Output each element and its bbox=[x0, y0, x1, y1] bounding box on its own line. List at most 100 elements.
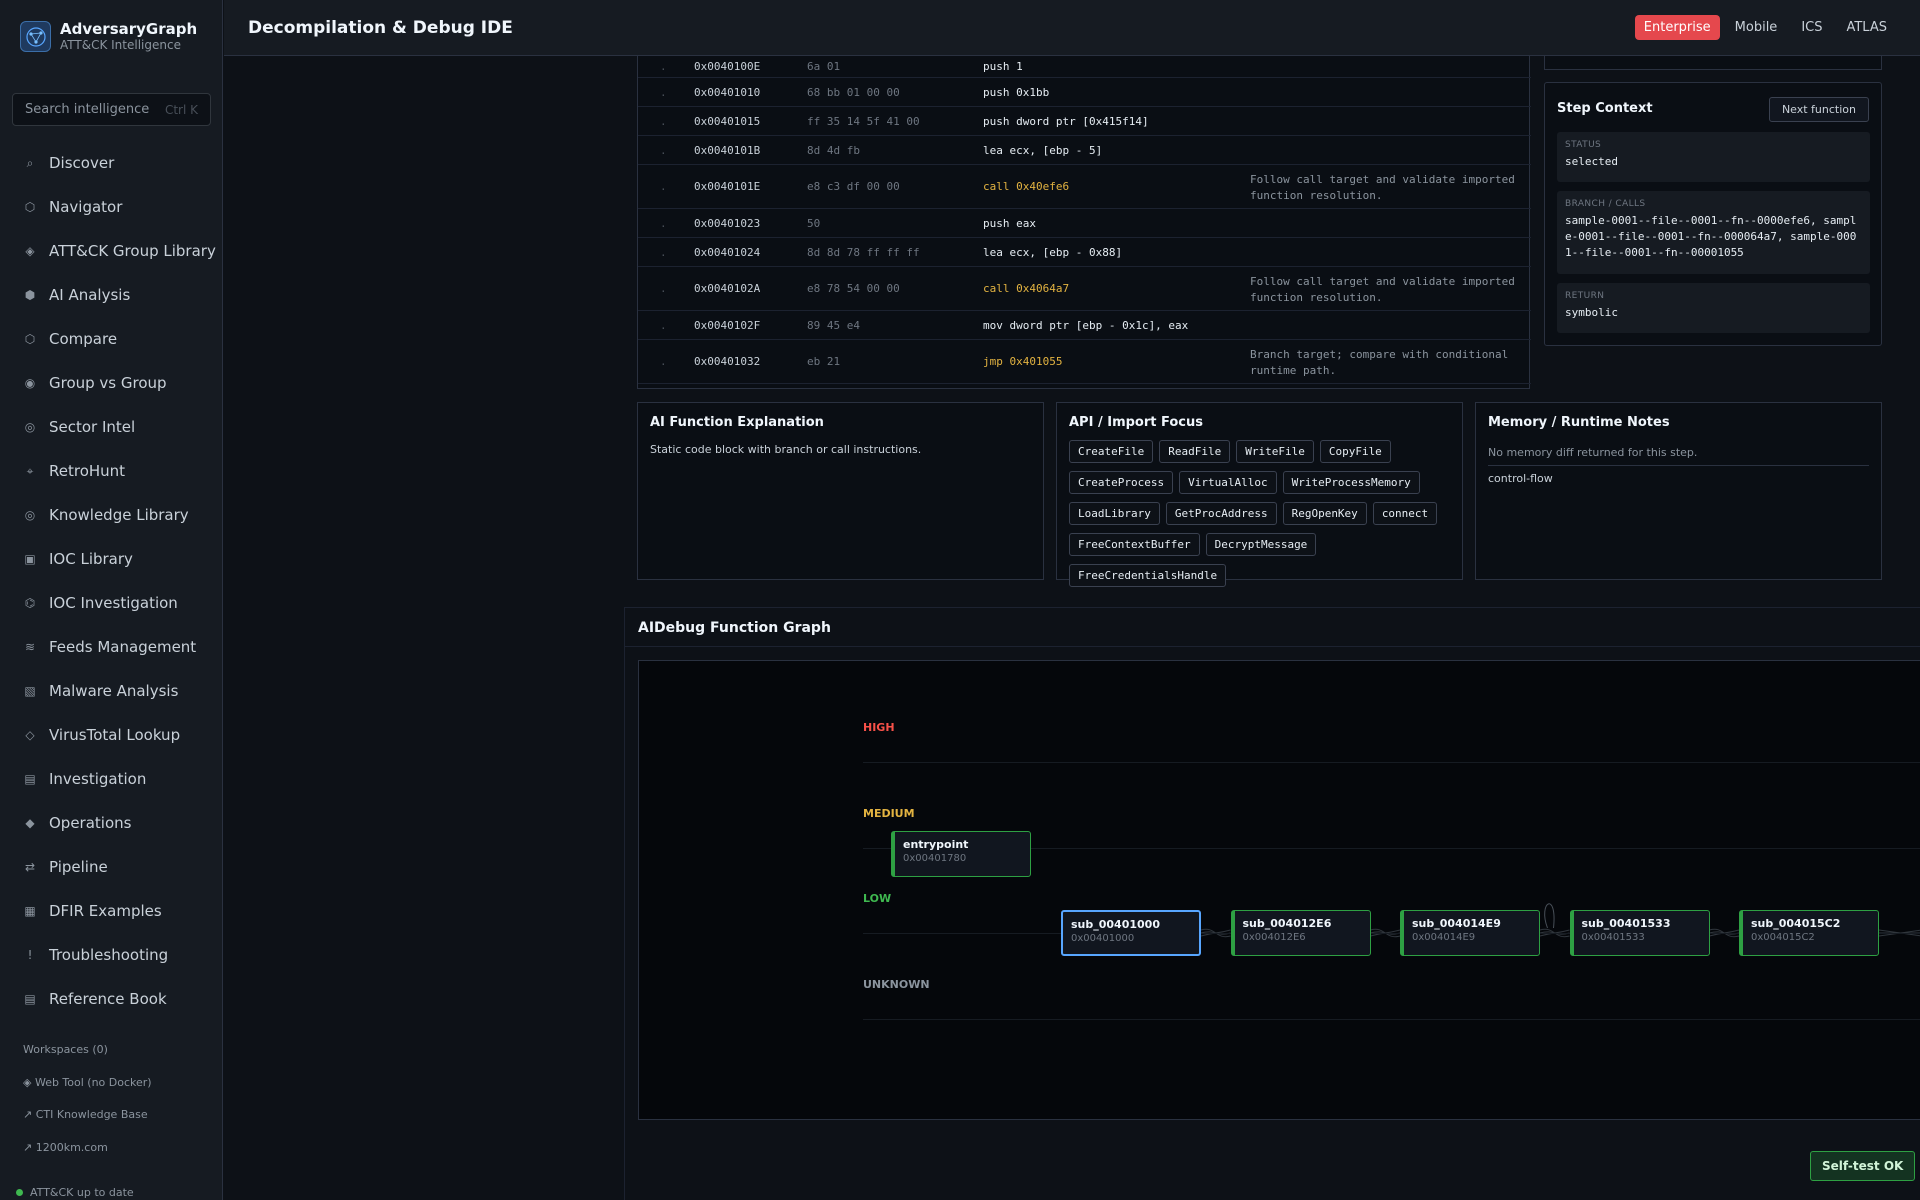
api-chip[interactable]: CreateProcess bbox=[1069, 471, 1174, 494]
link-1200km[interactable]: ↗ 1200km.com bbox=[23, 1141, 108, 1154]
search-input[interactable]: Search intelligence bbox=[25, 102, 149, 117]
ai-function-explanation-panel: AI Function Explanation Static code bloc… bbox=[637, 402, 1044, 580]
api-chip[interactable]: CreateFile bbox=[1069, 440, 1154, 463]
node-name: sub_004014E9 bbox=[1412, 917, 1501, 930]
graph-node-sub_00401000[interactable]: sub_00401000 0x00401000 bbox=[1061, 910, 1201, 956]
graph-node-sub_004012e6[interactable]: sub_004012E6 0x004012E6 bbox=[1230, 910, 1371, 956]
sidebar-item-group-vs-group[interactable]: ◉ Group vs Group bbox=[0, 361, 223, 405]
search-box[interactable]: Search intelligence Ctrl K bbox=[12, 93, 211, 126]
memory-divider bbox=[1488, 465, 1869, 466]
sidebar-item-label: Troubleshooting bbox=[49, 946, 169, 964]
graph-node-sub_00401533[interactable]: sub_00401533 0x00401533 bbox=[1569, 910, 1710, 956]
row-address: 0x00401015 bbox=[694, 114, 761, 128]
return-box: RETURN symbolic bbox=[1557, 283, 1870, 333]
sidebar-item-label: VirusTotal Lookup bbox=[49, 726, 181, 744]
node-address: 0x00401780 bbox=[903, 852, 967, 864]
band-line bbox=[863, 762, 1920, 763]
api-chip[interactable]: FreeCredentialsHandle bbox=[1069, 564, 1227, 587]
tab-ics[interactable]: ICS bbox=[1792, 15, 1831, 40]
api-chip[interactable]: FreeContextBuffer bbox=[1069, 533, 1200, 556]
sidebar-item-navigator[interactable]: ⬡ Navigator bbox=[0, 185, 223, 229]
sidebar-item-ai-analysis[interactable]: ⬢ AI Analysis bbox=[0, 273, 223, 317]
graph-node-sub_004015c2[interactable]: sub_004015C2 0x004015C2 bbox=[1739, 910, 1879, 956]
sidebar-item-knowledge-library[interactable]: ◎ Knowledge Library bbox=[0, 493, 223, 537]
brand[interactable]: AdversaryGraph ATT&CK Intelligence bbox=[20, 20, 197, 53]
disasm-row[interactable]: . 0x0040101B 8d 4d fb lea ecx, [ebp - 5] bbox=[638, 136, 1531, 165]
domain-tabs: Enterprise Mobile ICS ATLAS bbox=[1634, 15, 1896, 40]
row-instruction: jmp 0x401055 bbox=[983, 355, 1063, 368]
api-chip[interactable]: ReadFile bbox=[1159, 440, 1231, 463]
sidebar-item-att-ck-group-library[interactable]: ◈ ATT&CK Group Library bbox=[0, 229, 223, 273]
row-bytes: 6a 01 bbox=[807, 60, 841, 73]
disasm-row[interactable]: . 0x00401023 50 push eax bbox=[638, 209, 1531, 238]
sidebar-item-feeds-management[interactable]: ≋ Feeds Management bbox=[0, 625, 223, 669]
row-bytes: ff 35 14 5f 41 00 bbox=[807, 114, 920, 128]
workspaces-label[interactable]: Workspaces (0) bbox=[23, 1043, 108, 1056]
link-cti-knowledge-base[interactable]: ↗ CTI Knowledge Base bbox=[23, 1108, 148, 1121]
band-label-unknown: UNKNOWN bbox=[863, 977, 930, 991]
hexagon-icon: ⬡ bbox=[24, 200, 36, 214]
graph-node-entrypoint[interactable]: entrypoint 0x00401780 bbox=[891, 830, 1031, 877]
sidebar-item-operations[interactable]: ◆ Operations bbox=[0, 801, 223, 845]
sidebar-item-malware-analysis[interactable]: ▧ Malware Analysis bbox=[0, 669, 223, 713]
tab-mobile[interactable]: Mobile bbox=[1726, 15, 1787, 40]
sidebar-item-ioc-library[interactable]: ▣ IOC Library bbox=[0, 537, 223, 581]
row-marker: . bbox=[660, 180, 667, 193]
sidebar-item-sector-intel[interactable]: ◎ Sector Intel bbox=[0, 405, 223, 449]
filled-diamond-icon: ◆ bbox=[25, 816, 35, 830]
api-chip[interactable]: VirtualAlloc bbox=[1179, 471, 1277, 494]
next-function-button[interactable]: Next function bbox=[1768, 97, 1869, 122]
api-chip[interactable]: LoadLibrary bbox=[1069, 502, 1160, 525]
top-header: Decompilation & Debug IDE Enterprise Mob… bbox=[224, 0, 1920, 56]
disasm-row[interactable]: . 0x0040102A e8 78 54 00 00 call 0x4064a7 Fo… bbox=[638, 267, 1531, 311]
row-instruction: push 1 bbox=[983, 60, 1023, 73]
sidebar-item-retrohunt[interactable]: ⌖ RetroHunt bbox=[0, 449, 223, 493]
sidebar-item-ioc-investigation[interactable]: ⌬ IOC Investigation bbox=[0, 581, 223, 625]
sidebar-item-reference-book[interactable]: ▤ Reference Book bbox=[0, 977, 223, 1021]
band-label-medium: MEDIUM bbox=[863, 806, 915, 820]
row-marker: . bbox=[660, 355, 667, 368]
sidebar-item-dfir-examples[interactable]: ▦ DFIR Examples bbox=[0, 889, 223, 933]
api-chip[interactable]: WriteFile bbox=[1236, 440, 1314, 463]
sidebar-item-discover[interactable]: ⌕ Discover bbox=[0, 141, 223, 185]
disasm-row[interactable]: . 0x00401010 68 bb 01 00 00 push 0x1bb bbox=[638, 78, 1531, 107]
api-chip[interactable]: connect bbox=[1372, 502, 1438, 525]
api-chip[interactable]: DecryptMessage bbox=[1205, 533, 1317, 556]
disasm-row[interactable]: . 0x00401015 ff 35 14 5f 41 00 push dword p… bbox=[638, 107, 1531, 136]
circle-icon: ◎ bbox=[24, 508, 36, 522]
status-label: STATUS bbox=[1565, 140, 1602, 150]
api-chip[interactable]: GetProcAddress bbox=[1165, 502, 1277, 525]
sidebar-item-compare[interactable]: ⬡ Compare bbox=[0, 317, 223, 361]
disasm-row[interactable]: . 0x00401032 eb 21 jmp 0x401055 Branch targe… bbox=[638, 340, 1531, 384]
row-bytes: e8 78 54 00 00 bbox=[807, 282, 900, 295]
disasm-row[interactable]: . 0x0040102F 89 45 e4 mov dword ptr [ebp - … bbox=[638, 311, 1531, 340]
graph-edges bbox=[1200, 903, 1920, 938]
crosshair-icon: ⌖ bbox=[26, 463, 34, 478]
function-graph-canvas[interactable]: HIGH MEDIUM LOW UNKNOWN entrypoint 0x00401780… bbox=[638, 660, 1920, 1120]
sidebar-item-investigation[interactable]: ▤ Investigation bbox=[0, 757, 223, 801]
row-marker: . bbox=[660, 245, 667, 259]
attack-status: ATT&CK up to date bbox=[16, 1186, 134, 1199]
sidebar-nav: ⌕ Discover ⬡ Navigator ◈ ATT&CK Group Library… bbox=[0, 141, 223, 1021]
graph-node-sub_004014e9[interactable]: sub_004014E9 0x004014E9 bbox=[1400, 910, 1540, 956]
api-chip[interactable]: WriteProcessMemory bbox=[1282, 471, 1420, 494]
link-web-tool[interactable]: ◈ Web Tool (no Docker) bbox=[23, 1076, 152, 1089]
sidebar-item-pipeline[interactable]: ⇄ Pipeline bbox=[0, 845, 223, 889]
status-text: ATT&CK up to date bbox=[30, 1186, 134, 1199]
sidebar-item-troubleshooting[interactable]: ! Troubleshooting bbox=[0, 933, 223, 977]
circle-icon: ◎ bbox=[24, 420, 36, 434]
tab-atlas[interactable]: ATLAS bbox=[1837, 15, 1896, 40]
disasm-row[interactable]: . 0x0040101E e8 c3 df 00 00 call 0x40efe6 Fo… bbox=[638, 165, 1531, 209]
sidebar-item-virustotal-lookup[interactable]: ◇ VirusTotal Lookup bbox=[0, 713, 223, 757]
node-name: sub_004015C2 bbox=[1751, 917, 1841, 930]
disasm-row[interactable]: . 0x00401024 8d 8d 78 ff ff ff lea ecx, [eb… bbox=[638, 238, 1531, 267]
row-address: 0x0040102F bbox=[694, 318, 761, 332]
disasm-row[interactable]: . 0x0040100E 6a 01 push 1 bbox=[638, 56, 1531, 78]
memory-runtime-notes-panel: Memory / Runtime Notes No memory diff re… bbox=[1475, 402, 1882, 580]
row-address: 0x00401024 bbox=[694, 245, 761, 259]
tab-enterprise[interactable]: Enterprise bbox=[1634, 15, 1720, 40]
api-chip[interactable]: CopyFile bbox=[1319, 440, 1391, 463]
row-marker: . bbox=[660, 143, 667, 157]
disassembly-listing[interactable]: . 0x0040100E 6a 01 push 1. 0x00401010 68 bb 0… bbox=[637, 56, 1531, 389]
api-chip[interactable]: RegOpenKey bbox=[1282, 502, 1367, 525]
